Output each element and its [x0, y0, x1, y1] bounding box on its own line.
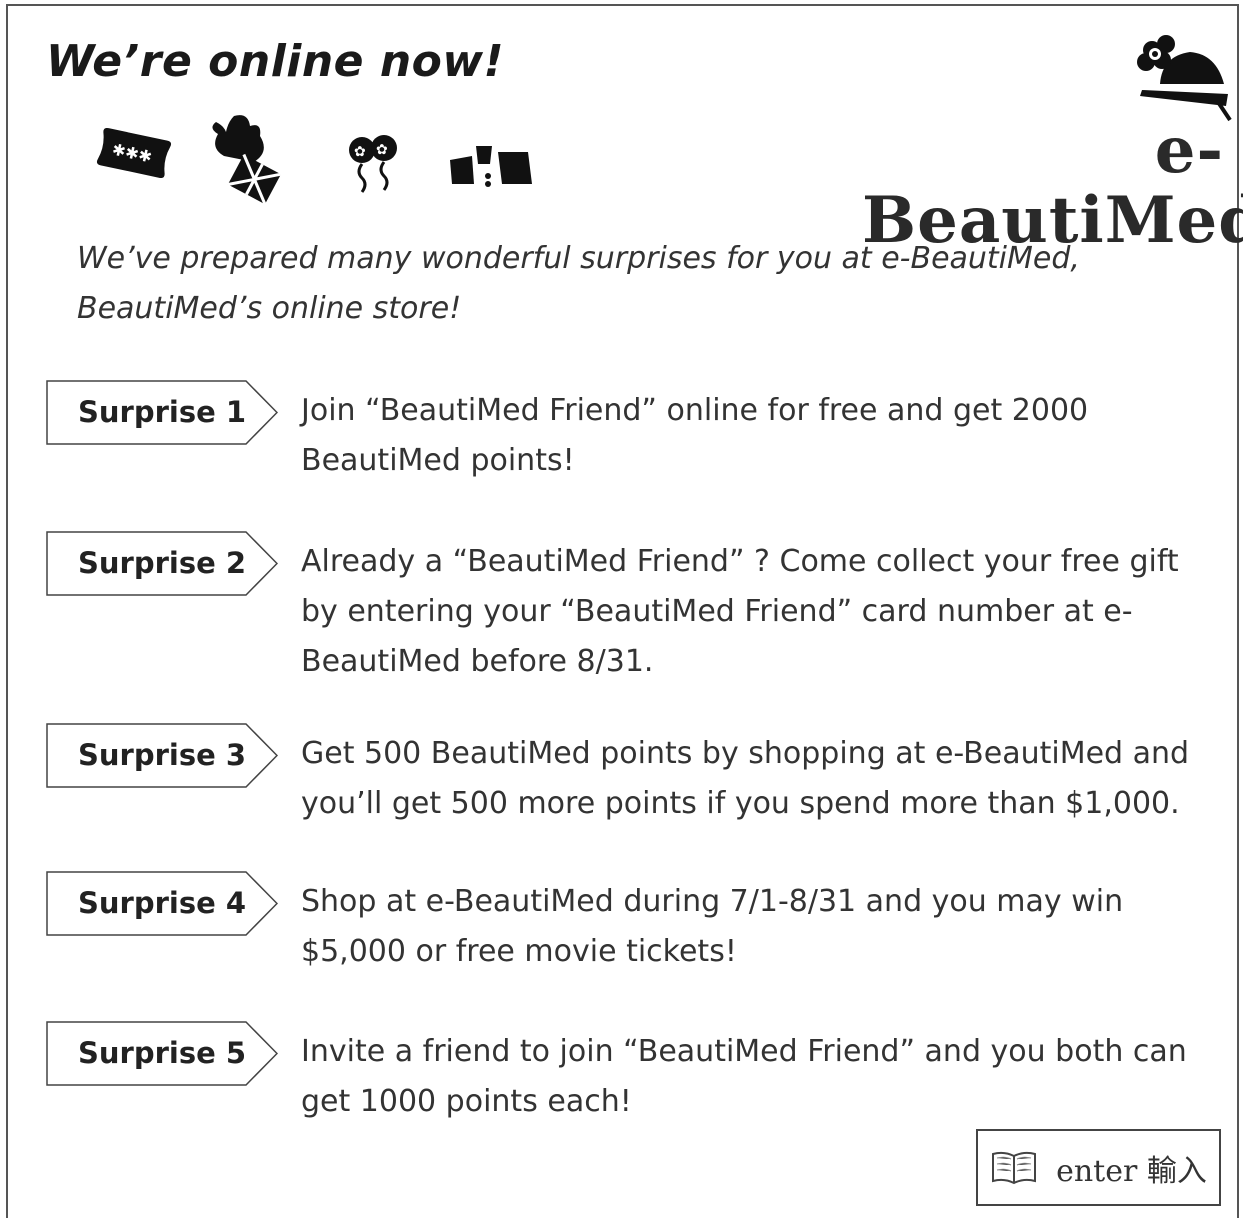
surprise-label: Surprise 1: [78, 395, 247, 429]
surprise-text: Get 500 BeautiMed points by shopping at …: [301, 736, 1190, 821]
surprise-label: Surprise 4: [78, 886, 247, 920]
intro-text: We’ve prepared many wonderful surprises …: [77, 241, 1080, 326]
rooster-gift-icon: [212, 115, 282, 204]
book-icon: [992, 1151, 1037, 1184]
logo-wordmark: e-BeautiMed: [862, 113, 1243, 258]
surprise-tag: Surprise 3: [46, 723, 278, 788]
flower-turtle-icon: [1137, 35, 1232, 122]
surprise-text: Invite a friend to join “BeautiMed Frien…: [301, 1034, 1187, 1119]
surprise-label: Surprise 3: [78, 738, 247, 772]
page-title: We’re online now!: [46, 36, 505, 87]
surprise-tag: Surprise 5: [46, 1021, 278, 1086]
surprise-label: Surprise 5: [78, 1036, 247, 1070]
balloons-icon: ✿ ✿: [349, 135, 397, 193]
surprise-tag: Surprise 1: [46, 380, 278, 445]
surprise-text: Join “BeautiMed Friend” online for free …: [301, 393, 1089, 478]
surprise-text: Shop at e-BeautiMed during 7/1-8/31 and …: [301, 884, 1124, 969]
surprise-label: Surprise 2: [78, 546, 247, 580]
enter-button-label: enter 輸入: [1056, 1153, 1207, 1189]
shopping-bags-icon: [450, 146, 532, 187]
svg-text:✿: ✿: [354, 144, 366, 160]
enter-button[interactable]: enter 輸入: [976, 1129, 1221, 1206]
surprise-text: Already a “BeautiMed Friend” ? Come coll…: [301, 544, 1179, 679]
ticket-icon: ✱✱✱: [96, 128, 172, 178]
surprise-tag: Surprise 4: [46, 871, 278, 936]
surprise-tag: Surprise 2: [46, 531, 278, 596]
svg-text:✿: ✿: [376, 142, 388, 158]
